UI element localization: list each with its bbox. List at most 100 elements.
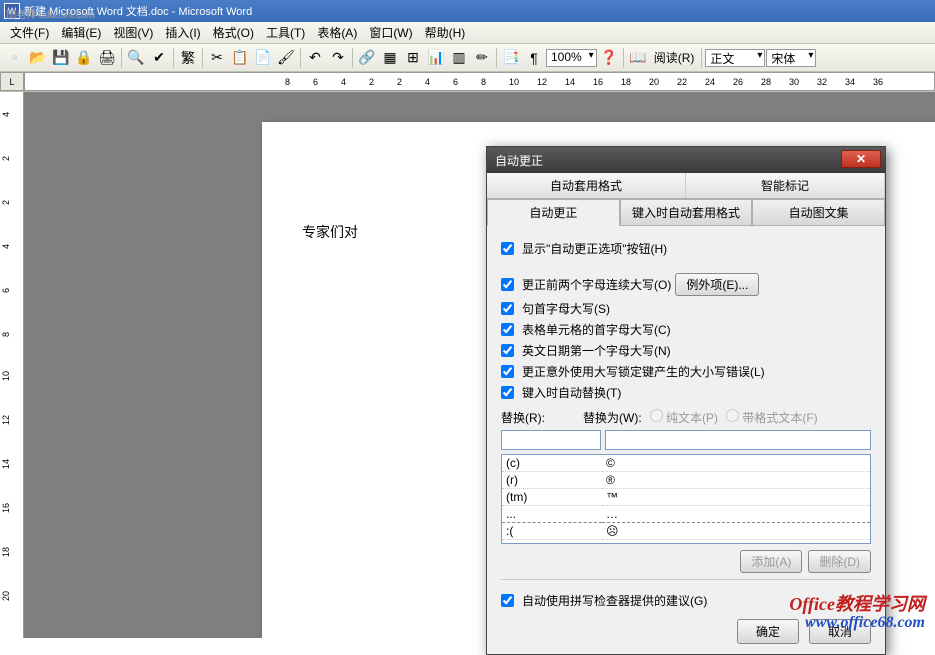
with-input[interactable] — [605, 430, 871, 450]
replace-input[interactable] — [501, 430, 601, 450]
paste-icon[interactable]: 📄 — [252, 47, 274, 69]
separator — [701, 48, 702, 68]
menu-table[interactable]: 表格(A) — [311, 22, 363, 43]
replace-inputs — [501, 430, 871, 450]
separator — [623, 48, 624, 68]
menu-format[interactable]: 格式(O) — [207, 22, 260, 43]
menu-view[interactable]: 视图(V) — [107, 22, 159, 43]
watermark-line2: www.office68.com — [789, 614, 925, 632]
separator — [173, 48, 174, 68]
dialog-tabs-row1: 自动套用格式 智能标记 — [487, 173, 885, 199]
separator — [121, 48, 122, 68]
print-icon[interactable]: 🖨 — [96, 47, 118, 69]
read-layout-icon[interactable]: 📖 — [627, 47, 649, 69]
permission-icon[interactable]: 🔒 — [73, 47, 95, 69]
tab-autoformat-typing[interactable]: 键入时自动套用格式 — [620, 199, 753, 226]
tab-autocorrect[interactable]: 自动更正 — [487, 199, 620, 226]
autocorrect-row[interactable]: (c)© — [502, 455, 870, 472]
close-icon[interactable]: ✕ — [841, 150, 881, 168]
traditional-icon[interactable]: 繁 — [177, 47, 199, 69]
horizontal-ruler[interactable]: 864224681012141618202224262830323436 — [24, 72, 935, 91]
horizontal-ruler-row: L 864224681012141618202224262830323436 — [0, 72, 935, 92]
tab-autoformat[interactable]: 自动套用格式 — [487, 173, 686, 198]
undo-icon[interactable]: ↶ — [304, 47, 326, 69]
font-combo[interactable]: 宋体 — [766, 49, 816, 67]
tab-autotext[interactable]: 自动图文集 — [752, 199, 885, 226]
exceptions-button[interactable]: 例外项(E)... — [675, 273, 759, 296]
style-combo[interactable]: 正文 — [705, 49, 765, 67]
check-replace-typing[interactable] — [501, 386, 514, 399]
check-sentence-cap[interactable] — [501, 302, 514, 315]
new-doc-icon[interactable]: ▫️ — [4, 47, 26, 69]
check-day-cap[interactable] — [501, 344, 514, 357]
check-table-cell-cap[interactable] — [501, 323, 514, 336]
autocorrect-row[interactable]: :(☹ — [502, 523, 870, 540]
check-show-buttons[interactable] — [501, 242, 514, 255]
autocorrect-row[interactable]: ...… — [502, 506, 870, 523]
save-icon[interactable]: 💾 — [50, 47, 72, 69]
radio-plain-text — [650, 409, 663, 422]
help-icon[interactable]: ❓ — [598, 47, 620, 69]
format-painter-icon[interactable]: 🖌 — [275, 47, 297, 69]
add-button[interactable]: 添加(A) — [740, 550, 802, 573]
menu-bar: 文件(F) 编辑(E) 视图(V) 插入(I) 格式(O) 工具(T) 表格(A… — [0, 22, 935, 44]
hyperlink-icon[interactable]: 🔗 — [356, 47, 378, 69]
check-caps-lock[interactable] — [501, 365, 514, 378]
doc-map-icon[interactable]: 📑 — [500, 47, 522, 69]
label-table-cell-cap: 表格单元格的首字母大写(C) — [522, 321, 671, 338]
separator — [352, 48, 353, 68]
label-sentence-cap: 句首字母大写(S) — [522, 300, 610, 317]
autocorrect-list[interactable]: (c)©(r)®(tm)™...…:(☹ — [501, 454, 871, 544]
open-icon[interactable]: 📂 — [27, 47, 49, 69]
separator — [202, 48, 203, 68]
menu-file[interactable]: 文件(F) — [4, 22, 55, 43]
autocorrect-dialog: 自动更正 ✕ 自动套用格式 智能标记 自动更正 键入时自动套用格式 自动图文集 … — [486, 146, 886, 655]
zoom-combo[interactable]: 100% — [546, 49, 597, 67]
separator — [496, 48, 497, 68]
standard-toolbar: ▫️ 📂 💾 🔒 🖨 🔍 ✔ 繁 ✂ 📋 📄 🖌 ↶ ↷ 🔗 ▦ ⊞ 📊 ▥ ✏… — [0, 44, 935, 72]
copy-icon[interactable]: 📋 — [229, 47, 251, 69]
label-show-buttons: 显示"自动更正选项"按钮(H) — [522, 240, 667, 257]
ruler-corner[interactable]: L — [0, 72, 24, 91]
menu-tools[interactable]: 工具(T) — [260, 22, 311, 43]
print-preview-icon[interactable]: 🔍 — [125, 47, 147, 69]
dialog-tabs-row2: 自动更正 键入时自动套用格式 自动图文集 — [487, 199, 885, 226]
cut-icon[interactable]: ✂ — [206, 47, 228, 69]
menu-window[interactable]: 窗口(W) — [363, 22, 418, 43]
with-label: 替换为(W): — [583, 409, 642, 426]
dialog-body: 显示"自动更正选项"按钮(H) 更正前两个字母连续大写(O) 例外项(E)...… — [487, 226, 885, 654]
menu-help[interactable]: 帮助(H) — [419, 22, 472, 43]
columns-icon[interactable]: ▥ — [448, 47, 470, 69]
label-day-cap: 英文日期第一个字母大写(N) — [522, 342, 671, 359]
dialog-title: 自动更正 — [491, 152, 543, 169]
read-label[interactable]: 阅读(R) — [650, 49, 699, 66]
site-watermark: Office教程学习网 www.office68.com — [789, 595, 925, 632]
label-two-caps: 更正前两个字母连续大写(O) — [522, 276, 671, 293]
delete-button[interactable]: 删除(D) — [808, 550, 871, 573]
autocorrect-row[interactable]: (r)® — [502, 472, 870, 489]
replace-labels-row: 替换(R): 替换为(W): 纯文本(P) 带格式文本(F) — [501, 409, 871, 426]
label-caps-lock: 更正意外使用大写锁定键产生的大小写错误(L) — [522, 363, 765, 380]
document-text: 专家们对 — [302, 224, 358, 240]
replace-label: 替换(R): — [501, 409, 545, 426]
label-replace-typing: 键入时自动替换(T) — [522, 384, 621, 401]
show-marks-icon[interactable]: ¶ — [523, 47, 545, 69]
spelling-icon[interactable]: ✔ — [148, 47, 170, 69]
check-two-caps[interactable] — [501, 278, 514, 291]
separator — [300, 48, 301, 68]
tab-smart-tags[interactable]: 智能标记 — [686, 173, 885, 198]
watermark-line1: Office教程学习网 — [789, 595, 925, 615]
check-spell-suggest[interactable] — [501, 594, 514, 607]
autocorrect-row[interactable]: (tm)™ — [502, 489, 870, 506]
dialog-titlebar[interactable]: 自动更正 ✕ — [487, 147, 885, 173]
drawing-icon[interactable]: ✏ — [471, 47, 493, 69]
tables-borders-icon[interactable]: ▦ — [379, 47, 401, 69]
redo-icon[interactable]: ↷ — [327, 47, 349, 69]
excel-icon[interactable]: 📊 — [425, 47, 447, 69]
menu-insert[interactable]: 插入(I) — [159, 22, 206, 43]
insert-table-icon[interactable]: ⊞ — [402, 47, 424, 69]
label-spell-suggest: 自动使用拼写检查器提供的建议(G) — [522, 592, 707, 609]
vertical-ruler[interactable]: 422468101214161820 — [0, 92, 24, 638]
window-titlebar: W 新建 Microsoft Word 文档.doc - Microsoft W… — [0, 0, 935, 22]
menu-edit[interactable]: 编辑(E) — [55, 22, 107, 43]
